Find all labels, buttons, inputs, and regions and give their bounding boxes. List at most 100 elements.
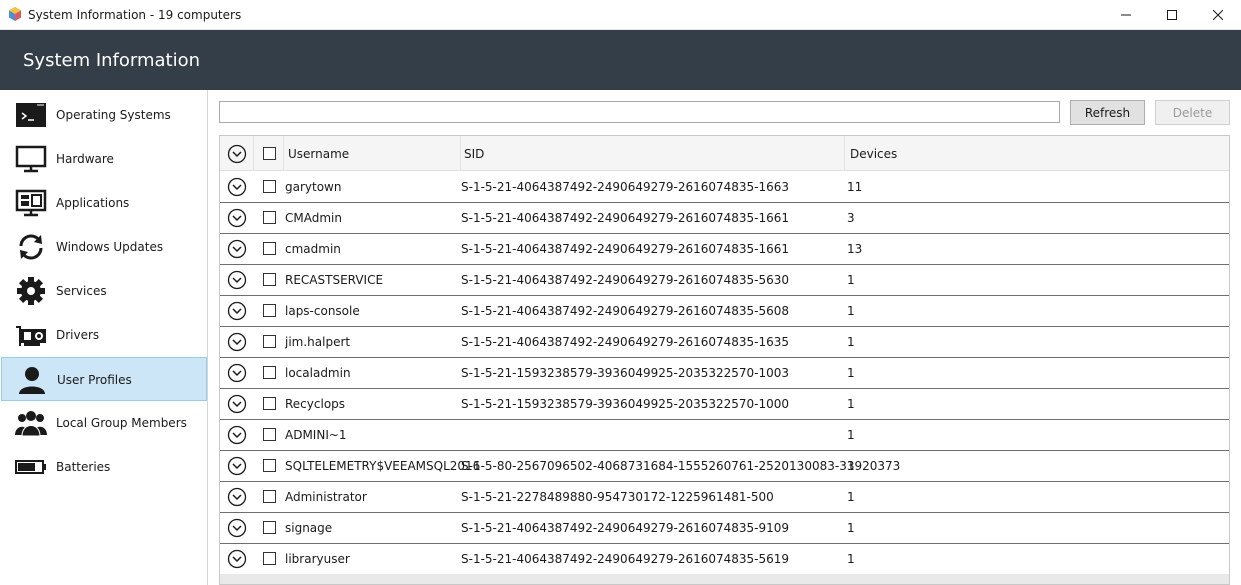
close-icon — [1213, 10, 1223, 20]
table-row[interactable]: ADMINI~1 1 — [220, 420, 1229, 451]
devices-cell: 1 — [847, 397, 855, 411]
devices-cell: 13 — [847, 242, 863, 256]
table-row[interactable]: garytown S-1-5-21-4064387492-2490649279-2… — [220, 172, 1229, 203]
sidebar-item-operating-systems[interactable]: Operating Systems — [1, 93, 207, 137]
row-checkbox[interactable] — [263, 490, 276, 503]
grid-header: Username SID Devices — [220, 136, 1229, 171]
app-logo-icon — [9, 7, 21, 21]
search-input[interactable] — [219, 101, 1060, 123]
sidebar-item-hardware[interactable]: Hardware — [1, 137, 207, 181]
expand-row-icon[interactable] — [227, 549, 247, 569]
expand-row-icon[interactable] — [227, 394, 247, 414]
devices-cell: 1 — [847, 428, 855, 442]
sidebar-item-label: Local Group Members — [56, 416, 187, 430]
sid-cell: S-1-5-21-4064387492-2490649279-261607483… — [461, 242, 790, 256]
select-all-checkbox[interactable] — [263, 147, 276, 160]
expand-row-icon[interactable] — [227, 332, 247, 352]
column-header-sid[interactable]: SID — [464, 136, 484, 171]
sid-cell: S-1-5-21-4064387492-2490649279-261607483… — [461, 211, 790, 225]
column-header-username[interactable]: Username — [288, 136, 349, 171]
table-row[interactable]: RECASTSERVICE S-1-5-21-4064387492-2490649… — [220, 265, 1229, 296]
sidebar-item-label: Operating Systems — [56, 108, 171, 122]
username-cell: jim.halpert — [285, 335, 351, 349]
expand-row-icon[interactable] — [227, 456, 247, 476]
gear-icon — [15, 277, 47, 305]
user-icon — [16, 366, 48, 394]
sid-cell: S-1-5-21-4064387492-2490649279-261607483… — [461, 180, 790, 194]
expand-all-icon[interactable] — [227, 144, 247, 164]
row-checkbox[interactable] — [263, 304, 276, 317]
horizontal-scrollbar[interactable] — [220, 574, 1229, 584]
maximize-button[interactable] — [1149, 0, 1195, 30]
group-icon — [15, 409, 47, 437]
row-checkbox[interactable] — [263, 211, 276, 224]
table-row[interactable]: signage S-1-5-21-4064387492-2490649279-26… — [220, 513, 1229, 544]
column-header-devices[interactable]: Devices — [850, 136, 897, 171]
sidebar: Operating Systems Hardware Applications … — [0, 90, 208, 585]
row-checkbox[interactable] — [263, 335, 276, 348]
row-checkbox[interactable] — [263, 459, 276, 472]
expand-row-icon[interactable] — [227, 425, 247, 445]
table-row[interactable]: jim.halpert S-1-5-21-4064387492-249064927… — [220, 327, 1229, 358]
row-checkbox[interactable] — [263, 180, 276, 193]
expand-row-icon[interactable] — [227, 177, 247, 197]
devices-cell: 1 — [847, 521, 855, 535]
sid-cell: S-1-5-21-4064387492-2490649279-261607483… — [461, 521, 790, 535]
table-row[interactable]: CMAdmin S-1-5-21-4064387492-2490649279-26… — [220, 203, 1229, 234]
table-row[interactable]: libraryuser S-1-5-21-4064387492-249064927… — [220, 544, 1229, 575]
window-title: System Information - 19 computers — [28, 8, 242, 22]
table-row[interactable]: SQLTELEMETRY$VEEAMSQL2016 S-1-5-80-256709… — [220, 451, 1229, 482]
sidebar-item-windows-updates[interactable]: Windows Updates — [1, 225, 207, 269]
expand-row-icon[interactable] — [227, 270, 247, 290]
expand-row-icon[interactable] — [227, 208, 247, 228]
close-button[interactable] — [1195, 0, 1241, 30]
expand-row-icon[interactable] — [227, 239, 247, 259]
devices-cell: 1 — [847, 459, 855, 473]
sidebar-item-services[interactable]: Services — [1, 269, 207, 313]
refresh-icon — [15, 233, 47, 261]
page-title: System Information — [23, 50, 201, 71]
app-header: System Information — [0, 30, 1241, 90]
monitor-icon — [15, 145, 47, 173]
table-row[interactable]: Recyclops S-1-5-21-1593238579-3936049925-… — [220, 389, 1229, 420]
sidebar-item-label: Drivers — [56, 328, 100, 342]
username-cell: libraryuser — [285, 552, 350, 566]
refresh-button[interactable]: Refresh — [1070, 100, 1145, 125]
row-checkbox[interactable] — [263, 397, 276, 410]
username-cell: laps-console — [285, 304, 360, 318]
table-row[interactable]: localadmin S-1-5-21-1593238579-3936049925… — [220, 358, 1229, 389]
sidebar-item-label: Batteries — [56, 460, 111, 474]
sidebar-item-label: Services — [56, 284, 107, 298]
expand-row-icon[interactable] — [227, 487, 247, 507]
sid-cell: S-1-5-21-4064387492-2490649279-261607483… — [461, 273, 790, 287]
sid-cell: S-1-5-21-2278489880-954730172-1225961481… — [461, 490, 774, 504]
username-cell: ADMINI~1 — [285, 428, 347, 442]
sid-cell: S-1-5-21-4064387492-2490649279-261607483… — [461, 552, 790, 566]
row-checkbox[interactable] — [263, 366, 276, 379]
expand-row-icon[interactable] — [227, 363, 247, 383]
sid-cell: S-1-5-21-4064387492-2490649279-261607483… — [461, 304, 790, 318]
row-checkbox[interactable] — [263, 273, 276, 286]
sidebar-item-drivers[interactable]: Drivers — [1, 313, 207, 357]
sidebar-item-user-profiles[interactable]: User Profiles — [1, 357, 207, 401]
row-checkbox[interactable] — [263, 428, 276, 441]
battery-icon — [15, 453, 47, 481]
expand-row-icon[interactable] — [227, 518, 247, 538]
devices-cell: 1 — [847, 366, 855, 380]
delete-button[interactable]: Delete — [1155, 100, 1230, 125]
expand-row-icon[interactable] — [227, 301, 247, 321]
user-profiles-grid: Username SID Devices garytown S-1-5-21-40… — [219, 135, 1230, 585]
row-checkbox[interactable] — [263, 242, 276, 255]
sidebar-item-local-group-members[interactable]: Local Group Members — [1, 401, 207, 445]
sidebar-item-batteries[interactable]: Batteries — [1, 445, 207, 489]
table-row[interactable]: Administrator S-1-5-21-2278489880-9547301… — [220, 482, 1229, 513]
row-checkbox[interactable] — [263, 521, 276, 534]
username-cell: Administrator — [285, 490, 367, 504]
table-row[interactable]: cmadmin S-1-5-21-4064387492-2490649279-26… — [220, 234, 1229, 265]
minimize-button[interactable] — [1103, 0, 1149, 30]
maximize-icon — [1167, 10, 1177, 20]
sidebar-item-applications[interactable]: Applications — [1, 181, 207, 225]
row-checkbox[interactable] — [263, 552, 276, 565]
terminal-icon — [15, 101, 47, 129]
table-row[interactable]: laps-console S-1-5-21-4064387492-24906492… — [220, 296, 1229, 327]
